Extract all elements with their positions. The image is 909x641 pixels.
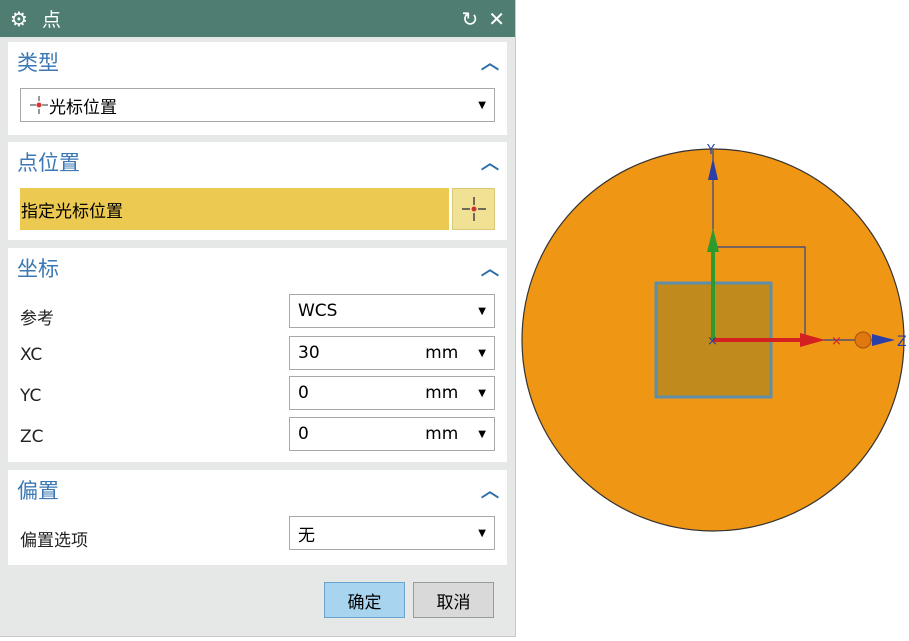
collapse-chevron-icon[interactable]: ︿ xyxy=(481,49,499,75)
yc-label: YC xyxy=(20,386,42,406)
collapse-chevron-icon[interactable]: ︿ xyxy=(481,255,499,281)
dialog-title: 点 xyxy=(41,9,61,31)
section-title: 点位置 xyxy=(17,151,80,175)
type-section: 类型 ︿ 光标位置 ▼ xyxy=(8,42,507,135)
xc-input[interactable]: 30 mm ▼ xyxy=(289,336,495,370)
reset-icon[interactable]: ↻ xyxy=(461,7,478,31)
origin-marker-icon: × xyxy=(707,334,718,349)
zc-input[interactable]: 0 mm ▼ xyxy=(289,417,495,451)
collapse-chevron-icon[interactable]: ︿ xyxy=(481,149,499,175)
collapse-chevron-icon[interactable]: ︿ xyxy=(481,477,499,503)
offset-option-dropdown[interactable]: 无 ▼ xyxy=(289,516,495,550)
zc-label: ZC xyxy=(20,427,44,447)
xc-label: XC xyxy=(20,345,43,365)
coordinates-section: 坐标 ︿ 参考 WCS ▼ XC 30 mm ▼ YC 0 mm ▼ ZC 0 mm ▼ xyxy=(8,248,507,462)
close-icon[interactable]: ✕ xyxy=(488,7,505,31)
chevron-down-icon: ▼ xyxy=(478,527,486,539)
chevron-down-icon: ▼ xyxy=(478,305,486,317)
chevron-down-icon[interactable]: ▼ xyxy=(478,348,486,359)
specify-cursor-location[interactable]: 指定光标位置 xyxy=(20,188,449,230)
title-bar: ⚙ 点 ↻ ✕ xyxy=(0,0,515,37)
chevron-down-icon[interactable]: ▼ xyxy=(478,388,486,399)
chevron-down-icon: ▼ xyxy=(478,99,486,111)
reference-label: 参考 xyxy=(20,309,54,329)
yc-input[interactable]: 0 mm ▼ xyxy=(289,376,495,410)
z-axis-label: Z xyxy=(897,334,907,350)
cancel-button[interactable]: 取消 xyxy=(413,582,494,618)
crosshair-icon xyxy=(461,197,486,221)
gear-icon[interactable]: ⚙ xyxy=(10,7,28,31)
x-marker-icon: × xyxy=(831,334,842,349)
chevron-down-icon[interactable]: ▼ xyxy=(478,429,486,440)
type-dropdown[interactable]: 光标位置 ▼ xyxy=(20,88,495,122)
cursor-location-button[interactable] xyxy=(452,188,495,230)
offset-option-label: 偏置选项 xyxy=(20,531,88,551)
point-location-section: 点位置 ︿ 指定光标位置 xyxy=(8,142,507,240)
reference-dropdown[interactable]: WCS ▼ xyxy=(289,294,495,328)
section-title: 坐标 xyxy=(17,257,59,281)
section-title: 类型 xyxy=(17,51,59,75)
origin-sphere-handle[interactable] xyxy=(854,331,872,349)
offset-section: 偏置 ︿ 偏置选项 无 ▼ xyxy=(8,470,507,565)
point-dialog: ⚙ 点 ↻ ✕ 类型 ︿ 光标位置 ▼ 点位置 ︿ 指定光标位置 坐标 ︿ 参考 WCS… xyxy=(0,0,516,637)
ok-button[interactable]: 确定 xyxy=(324,582,405,618)
graphics-viewport[interactable]: Y × Z × xyxy=(515,130,909,540)
y-axis-label: Y xyxy=(706,143,715,158)
cursor-position-icon xyxy=(30,96,48,114)
section-title: 偏置 xyxy=(17,479,59,503)
